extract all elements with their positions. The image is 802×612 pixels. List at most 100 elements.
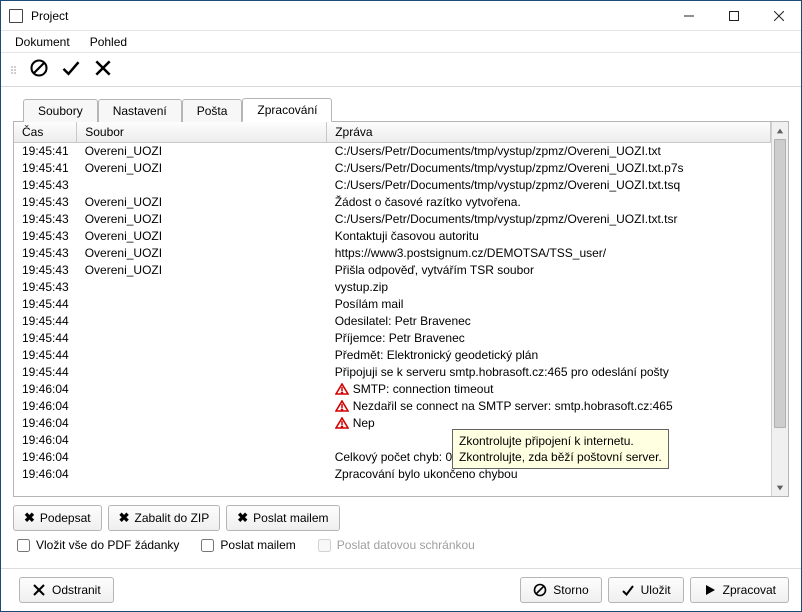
table-row[interactable]: 19:45:44Posílám mail xyxy=(14,296,771,313)
col-file[interactable]: Soubor xyxy=(77,122,327,143)
cell-time: 19:45:43 xyxy=(14,245,77,262)
cell-msg: Příjemce: Petr Bravenec xyxy=(327,330,771,347)
tooltip-line1: Zkontrolujte připojení k internetu. xyxy=(459,433,662,449)
cell-time: 19:45:41 xyxy=(14,143,77,160)
table-row[interactable]: 19:45:43Overeni_UOZIPřišla odpověď, vytv… xyxy=(14,262,771,279)
tab-nastaveni[interactable]: Nastavení xyxy=(98,99,182,122)
cancel-icon xyxy=(533,583,547,597)
tab-zpracovani[interactable]: Zpracování xyxy=(242,98,332,122)
cell-file: Overeni_UOZI xyxy=(77,143,327,160)
ulozit-button[interactable]: Uložit xyxy=(608,577,684,603)
check-icon[interactable] xyxy=(61,58,81,81)
scroll-up-icon[interactable] xyxy=(772,122,788,139)
tab-posta[interactable]: Pošta xyxy=(182,99,243,122)
zpracovat-label: Zpracovat xyxy=(723,583,776,597)
table-row[interactable]: 19:46:04SMTP: connection timeout xyxy=(14,381,771,398)
cell-msg: Odesilatel: Petr Bravenec xyxy=(327,313,771,330)
cell-time: 19:46:04 xyxy=(14,466,77,483)
menubar: Dokument Pohled xyxy=(1,31,801,53)
cell-file xyxy=(77,449,327,466)
cancel-icon[interactable] xyxy=(29,58,49,81)
col-time[interactable]: Čas xyxy=(14,122,77,143)
cell-msg: vystup.zip xyxy=(327,279,771,296)
tab-soubory[interactable]: Soubory xyxy=(23,99,98,122)
cell-msg: https://www3.postsignum.cz/DEMOTSA/TSS_u… xyxy=(327,245,771,262)
cell-msg: C:/Users/Petr/Documents/tmp/vystup/zpmz/… xyxy=(327,177,771,194)
play-icon xyxy=(703,583,717,597)
titlebar: Project xyxy=(1,1,801,31)
scroll-down-icon[interactable] xyxy=(772,479,788,496)
cell-msg: Připojuji se k serveru smtp.hobrasoft.cz… xyxy=(327,364,771,381)
storno-label: Storno xyxy=(553,583,588,597)
chk-ds-input xyxy=(318,539,331,552)
close-button[interactable] xyxy=(756,1,801,30)
cell-msg: Přišla odpověď, vytvářím TSR soubor xyxy=(327,262,771,279)
table-row[interactable]: 19:45:43Overeni_UOZIhttps://www3.postsig… xyxy=(14,245,771,262)
cell-file xyxy=(77,296,327,313)
cell-msg: C:/Users/Petr/Documents/tmp/vystup/zpmz/… xyxy=(327,143,771,160)
cell-time: 19:45:41 xyxy=(14,160,77,177)
chk-mail[interactable]: Poslat mailem xyxy=(201,538,295,552)
table-row[interactable]: 19:45:44Připojuji se k serveru smtp.hobr… xyxy=(14,364,771,381)
cell-msg: Žádost o časové razítko vytvořena. xyxy=(327,194,771,211)
cell-msg: Kontaktuji časovou autoritu xyxy=(327,228,771,245)
menu-pohled[interactable]: Pohled xyxy=(82,33,135,51)
toolbar-grip xyxy=(11,60,17,80)
scroll-track[interactable] xyxy=(772,139,788,479)
table-row[interactable]: 19:45:43 vystup.zip xyxy=(14,279,771,296)
x-icon: ✖ xyxy=(119,510,130,526)
chk-ds: Poslat datovou schránkou xyxy=(318,538,475,552)
action-row: ✖Podepsat ✖ Zabalit do ZIP ✖Poslat mailem xyxy=(13,497,789,535)
cell-file xyxy=(77,381,327,398)
cell-file xyxy=(77,432,327,449)
cell-file xyxy=(77,347,327,364)
podepsat-button[interactable]: ✖Podepsat xyxy=(13,505,102,531)
poslat-button[interactable]: ✖Poslat mailem xyxy=(226,505,339,531)
table-row[interactable]: 19:45:43Overeni_UOZIC:/Users/Petr/Docume… xyxy=(14,211,771,228)
cell-time: 19:45:43 xyxy=(14,279,77,296)
table-row[interactable]: 19:45:44 Odesilatel: Petr Bravenec xyxy=(14,313,771,330)
zpracovat-button[interactable]: Zpracovat xyxy=(690,577,789,603)
x-icon[interactable] xyxy=(93,58,113,81)
table-row[interactable]: 19:45:44Příjemce: Petr Bravenec xyxy=(14,330,771,347)
table-row[interactable]: 19:45:41Overeni_UOZIC:/Users/Petr/Docume… xyxy=(14,160,771,177)
table-row[interactable]: 19:46:04Nezdařil se connect na SMTP serv… xyxy=(14,398,771,415)
app-icon xyxy=(9,9,23,23)
cell-msg: SMTP: connection timeout xyxy=(327,381,771,398)
storno-button[interactable]: Storno xyxy=(520,577,601,603)
chk-pdf[interactable]: Vložit vše do PDF žádanky xyxy=(17,538,179,552)
table-row[interactable]: 19:45:43 C:/Users/Petr/Documents/tmp/vyst… xyxy=(14,177,771,194)
menu-dokument[interactable]: Dokument xyxy=(7,33,78,51)
chk-mail-input[interactable] xyxy=(201,539,214,552)
bottombar: Odstranit Storno Uložit Zpracovat xyxy=(1,568,801,611)
scrollbar[interactable] xyxy=(771,122,788,496)
zabalit-button[interactable]: ✖ Zabalit do ZIP xyxy=(108,505,221,531)
warning-icon xyxy=(335,383,349,395)
col-msg[interactable]: Zpráva xyxy=(327,122,771,143)
cell-msg: C:/Users/Petr/Documents/tmp/vystup/zpmz/… xyxy=(327,211,771,228)
cell-time: 19:45:43 xyxy=(14,211,77,228)
odstranit-button[interactable]: Odstranit xyxy=(19,577,114,603)
warning-icon xyxy=(335,400,349,412)
cell-time: 19:46:04 xyxy=(14,398,77,415)
scroll-thumb[interactable] xyxy=(774,139,786,428)
window-title: Project xyxy=(31,9,68,23)
maximize-button[interactable] xyxy=(711,1,756,30)
table-row[interactable]: 19:45:43Overeni_UOZIŽádost o časové razí… xyxy=(14,194,771,211)
chk-pdf-input[interactable] xyxy=(17,539,30,552)
minimize-button[interactable] xyxy=(666,1,711,30)
poslat-label: Poslat mailem xyxy=(253,511,328,525)
toolbar xyxy=(1,53,801,87)
cell-file: Overeni_UOZI xyxy=(77,194,327,211)
table-row[interactable]: 19:45:43Overeni_UOZIKontaktuji časovou a… xyxy=(14,228,771,245)
cell-file xyxy=(77,330,327,347)
cell-file xyxy=(77,415,327,432)
table-row[interactable]: 19:45:41Overeni_UOZIC:/Users/Petr/Docume… xyxy=(14,143,771,160)
cell-time: 19:45:44 xyxy=(14,313,77,330)
zabalit-label: Zabalit do ZIP xyxy=(135,511,210,525)
x-icon xyxy=(32,583,46,597)
table-row[interactable]: 19:45:44Předmět: Elektronický geodetický… xyxy=(14,347,771,364)
cell-msg: Předmět: Elektronický geodetický plán xyxy=(327,347,771,364)
cell-msg: C:/Users/Petr/Documents/tmp/vystup/zpmz/… xyxy=(327,160,771,177)
cell-time: 19:45:43 xyxy=(14,177,77,194)
